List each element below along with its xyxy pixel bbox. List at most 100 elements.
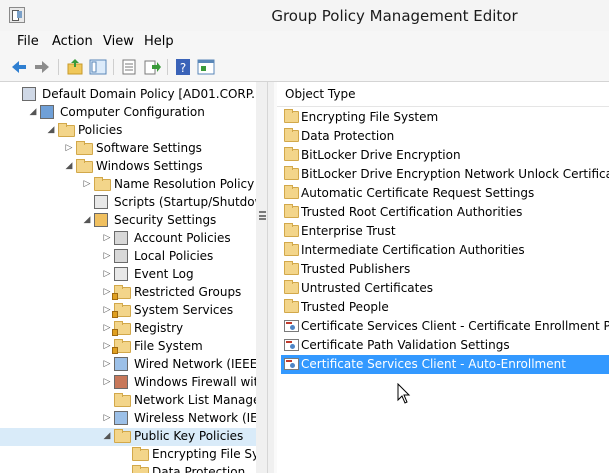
folder-icon: [58, 123, 75, 137]
list-item[interactable]: Certificate Path Validation Settings: [281, 336, 609, 355]
folder-icon: [284, 280, 299, 294]
menu-bar: File Action View Help: [0, 31, 609, 53]
tree-item[interactable]: ◢ Policies: [0, 122, 256, 140]
computer-icon: [40, 105, 54, 119]
shield-icon: [94, 213, 108, 227]
list-item[interactable]: Trusted Root Certification Authorities: [281, 203, 609, 222]
expand-icon[interactable]: ▷: [64, 143, 74, 153]
tree-item-label: Registry: [134, 321, 184, 335]
console-icon[interactable]: [197, 58, 215, 76]
collapse-icon[interactable]: ◢: [102, 431, 112, 441]
tree-item[interactable]: ▷ File System: [0, 338, 256, 356]
expand-icon[interactable]: ▷: [102, 377, 112, 387]
tree-item-label: Name Resolution Policy: [114, 177, 255, 191]
folder-icon: [76, 141, 93, 155]
menu-file[interactable]: File: [17, 34, 39, 49]
list-item[interactable]: Untrusted Certificates: [281, 279, 609, 298]
list-item[interactable]: Intermediate Certification Authorities: [281, 241, 609, 260]
toolbar: ?: [0, 53, 609, 82]
collapse-icon[interactable]: ◢: [64, 161, 74, 171]
expand-icon[interactable]: ▷: [102, 413, 112, 423]
tree-item[interactable]: ▷ Wired Network (IEEE 802: [0, 356, 256, 374]
back-arrow-icon[interactable]: [10, 58, 28, 76]
menu-action[interactable]: Action: [52, 34, 93, 49]
expand-icon[interactable]: ▷: [102, 305, 112, 315]
folder-icon: [76, 159, 93, 173]
tree-item-label: File System: [134, 339, 203, 353]
tree-item[interactable]: ▷ System Services: [0, 302, 256, 320]
tree-scrollbar[interactable]: [256, 82, 274, 473]
expand-icon[interactable]: ▷: [82, 179, 92, 189]
forward-arrow-icon[interactable]: [33, 58, 51, 76]
menu-view[interactable]: View: [103, 34, 134, 49]
list-item-label: Intermediate Certification Authorities: [301, 243, 525, 257]
folder-icon: [284, 223, 299, 237]
tree-item[interactable]: ▷ Local Policies: [0, 248, 256, 266]
list-item-label: Certificate Path Validation Settings: [301, 338, 510, 352]
security-folder-icon: [112, 303, 131, 318]
pane-divider[interactable]: [267, 82, 268, 473]
tree-item[interactable]: ▷ Event Log: [0, 266, 256, 284]
expand-icon[interactable]: ▷: [102, 341, 112, 351]
list-item-label: Trusted People: [301, 300, 389, 314]
toolbar-separator: [58, 59, 59, 75]
tree-item[interactable]: ▷ Name Resolution Policy: [0, 176, 256, 194]
list-item[interactable]: Certificate Services Client - Certificat…: [281, 317, 609, 336]
list-item[interactable]: BitLocker Drive Encryption: [281, 146, 609, 165]
tree-item[interactable]: ▷ Software Settings: [0, 140, 256, 158]
expand-icon[interactable]: ▷: [102, 287, 112, 297]
expand-icon[interactable]: ▷: [102, 269, 112, 279]
console-tree[interactable]: Default Domain Policy [AD01.CORP.LOCA ◢ Co…: [0, 82, 256, 473]
expand-icon[interactable]: ▷: [102, 233, 112, 243]
folder-icon: [114, 429, 131, 443]
show-hide-tree-icon[interactable]: [89, 58, 107, 76]
certificate-settings-icon: [284, 358, 299, 370]
tree-item-label: Data Protection: [152, 465, 246, 473]
list-item[interactable]: Encrypting File System: [281, 108, 609, 127]
tree-item[interactable]: Scripts (Startup/Shutdown): [0, 194, 256, 212]
tree-item[interactable]: Encrypting File Syste: [0, 446, 256, 464]
tree-item-label: Default Domain Policy [AD01.CORP.LOCA: [42, 87, 256, 101]
scrollbar-grip[interactable]: [259, 211, 266, 220]
list-item[interactable]: Enterprise Trust: [281, 222, 609, 241]
tree-item[interactable]: ◢ Public Key Policies: [0, 428, 256, 446]
tree-item[interactable]: Network List Manager P: [0, 392, 256, 410]
local-icon: [114, 249, 128, 263]
tree-item[interactable]: Data Protection: [0, 464, 256, 473]
export-list-icon[interactable]: [143, 58, 161, 76]
collapse-icon[interactable]: ◢: [82, 215, 92, 225]
expand-icon[interactable]: ▷: [102, 251, 112, 261]
tree-item[interactable]: ▷ Account Policies: [0, 230, 256, 248]
certificate-settings-icon: [284, 339, 299, 351]
tree-item[interactable]: ▷ Restricted Groups: [0, 284, 256, 302]
up-folder-icon[interactable]: [66, 58, 84, 76]
properties-icon[interactable]: [120, 58, 138, 76]
svg-text:?: ?: [180, 61, 186, 75]
collapse-icon[interactable]: ◢: [28, 107, 38, 117]
list-item[interactable]: Data Protection: [281, 127, 609, 146]
tree-item[interactable]: ▷ Wireless Network (IEEE 8: [0, 410, 256, 428]
object-list[interactable]: Object Type Encrypting File System Data P…: [277, 82, 609, 473]
tree-item[interactable]: ▷ Registry: [0, 320, 256, 338]
tree-item[interactable]: ◢ Windows Settings: [0, 158, 256, 176]
tree-item[interactable]: ◢ Computer Configuration: [0, 104, 256, 122]
tree-item[interactable]: Default Domain Policy [AD01.CORP.LOCA: [0, 86, 256, 104]
tree-item[interactable]: ◢ Security Settings: [0, 212, 256, 230]
menu-help[interactable]: Help: [144, 34, 174, 49]
list-item[interactable]: Certificate Services Client - Auto-Enrol…: [281, 355, 609, 374]
tree-item[interactable]: ▷ Windows Firewall with A: [0, 374, 256, 392]
expand-icon[interactable]: ▷: [102, 323, 112, 333]
network-icon: [114, 357, 128, 371]
collapse-icon[interactable]: ◢: [46, 125, 56, 135]
expand-icon[interactable]: ▷: [102, 359, 112, 369]
tree-item-label: Local Policies: [134, 249, 214, 263]
tree-item-label: Wired Network (IEEE 802: [134, 357, 256, 371]
column-header-label: Object Type: [285, 87, 356, 101]
column-header-object-type[interactable]: Object Type: [277, 82, 609, 107]
list-item[interactable]: Trusted People: [281, 298, 609, 317]
list-item[interactable]: Trusted Publishers: [281, 260, 609, 279]
list-item[interactable]: Automatic Certificate Request Settings: [281, 184, 609, 203]
folder-icon: [284, 166, 299, 180]
help-icon[interactable]: ?: [174, 58, 192, 76]
list-item[interactable]: BitLocker Drive Encryption Network Unloc…: [281, 165, 609, 184]
